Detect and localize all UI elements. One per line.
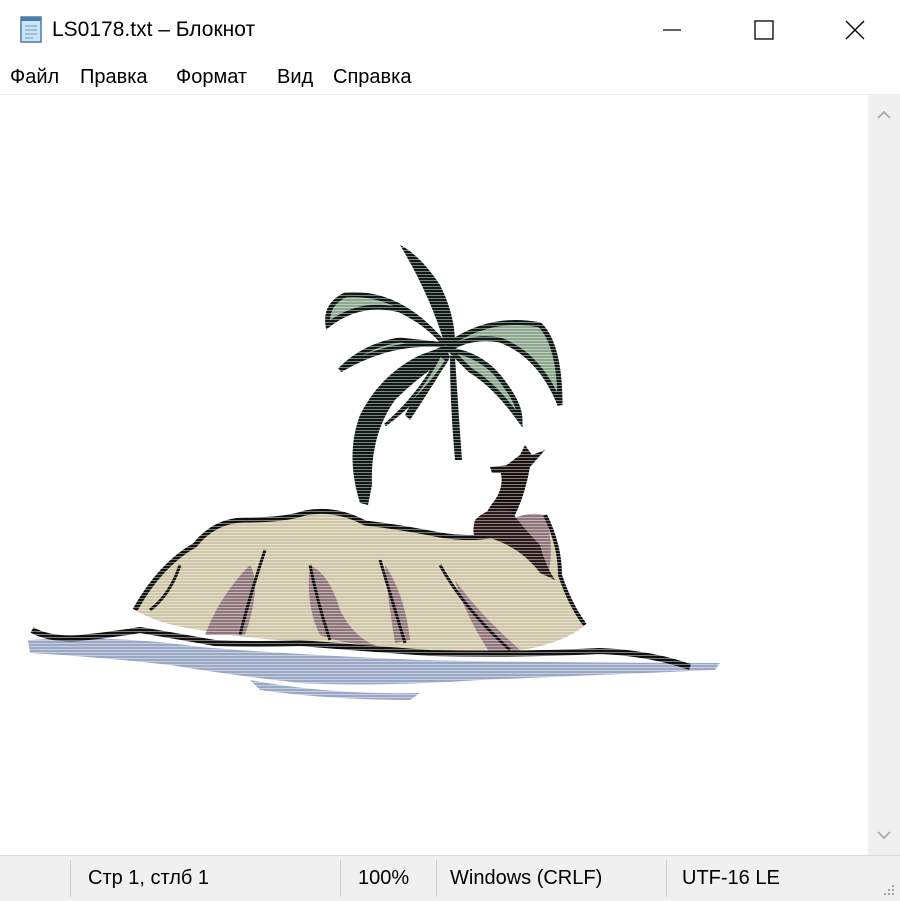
maximize-icon [754, 20, 774, 40]
status-bar: Стр 1, стлб 1 100% Windows (CRLF) UTF-16… [0, 855, 900, 901]
chevron-down-icon [877, 831, 891, 840]
scroll-down-button[interactable] [868, 821, 900, 849]
minimize-icon [663, 29, 681, 31]
chevron-up-icon [877, 110, 891, 119]
vertical-scrollbar[interactable] [868, 95, 900, 855]
notepad-icon [20, 16, 42, 43]
text-editor[interactable] [0, 95, 868, 855]
window-title: LS0178.txt – Блокнот [52, 18, 256, 41]
menu-help[interactable]: Справка [331, 64, 413, 90]
menu-view[interactable]: Вид [275, 64, 315, 90]
encoding: UTF-16 LE [682, 867, 780, 889]
close-icon [845, 20, 865, 40]
maximize-button[interactable] [718, 0, 810, 60]
title-bar: LS0178.txt – Блокнот [0, 0, 900, 60]
menu-file[interactable]: Файл [8, 64, 61, 90]
close-button[interactable] [810, 0, 900, 60]
menu-bar: Файл Правка Формат Вид Справка [0, 60, 900, 95]
cursor-position: Стр 1, стлб 1 [88, 867, 210, 889]
menu-format[interactable]: Формат [174, 64, 249, 90]
line-endings: Windows (CRLF) [450, 867, 603, 889]
island-ascii-art [0, 95, 868, 855]
resize-grip-icon[interactable] [880, 881, 896, 897]
menu-edit[interactable]: Правка [78, 64, 150, 90]
scroll-up-button[interactable] [868, 101, 900, 129]
minimize-button[interactable] [626, 0, 718, 60]
zoom-level: 100% [358, 867, 410, 889]
